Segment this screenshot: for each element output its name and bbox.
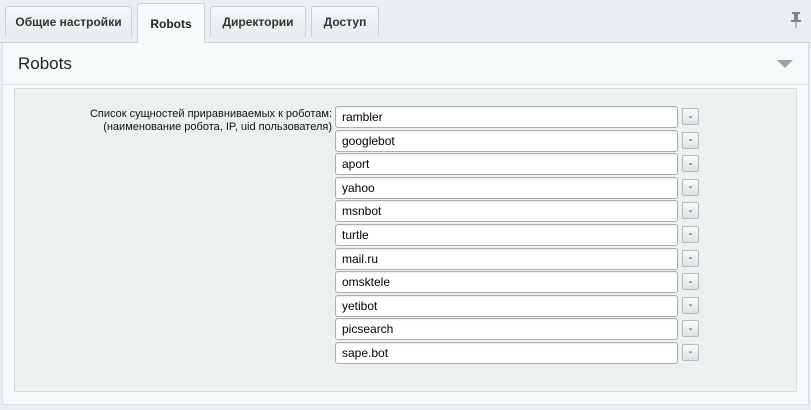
remove-robot-button[interactable]: - [682,320,699,338]
tab-bar: Общие настройки Robots Директории Доступ [0,0,811,43]
tab-general-settings[interactable]: Общие настройки [5,6,132,37]
tab-directories[interactable]: Директории [210,6,306,37]
robot-name-input[interactable] [335,200,678,223]
robot-name-input[interactable] [335,223,678,246]
pin-icon[interactable] [791,12,801,28]
robot-name-input[interactable] [335,153,678,176]
remove-robot-button[interactable]: - [682,178,699,196]
robot-name-input[interactable] [335,176,678,199]
tab-access[interactable]: Доступ [311,6,379,37]
tab-robots[interactable]: Robots [137,3,205,43]
remove-robot-button[interactable]: - [682,108,699,125]
robot-name-input[interactable] [335,129,678,152]
robots-field-label-line2: (наименование робота, IP, uid пользовате… [103,121,332,133]
remove-robot-button[interactable]: - [682,249,699,267]
remove-robot-button[interactable]: - [682,155,699,173]
collapse-arrow-icon[interactable] [777,60,793,68]
robot-name-input[interactable] [335,247,678,270]
remove-robot-button[interactable]: - [682,225,699,243]
remove-robot-button[interactable]: - [682,131,699,149]
remove-robot-button[interactable]: - [682,296,699,314]
remove-robot-button[interactable]: - [682,202,699,220]
robot-name-input[interactable] [335,294,678,317]
robots-field-label: Список сущностей приравниваемых к робота… [32,108,332,134]
remove-robot-button[interactable]: - [682,273,699,291]
settings-section: Список сущностей приравниваемых к робота… [14,88,797,392]
remove-robot-button[interactable]: - [682,343,699,361]
robot-name-input[interactable] [335,271,678,294]
panel-header: Robots [3,43,808,85]
robots-panel: Robots Список сущностей приравниваемых к… [2,43,809,405]
robots-field-label-line1: Список сущностей приравниваемых к робота… [89,108,332,120]
robot-name-input[interactable] [335,341,678,364]
robot-name-input[interactable] [335,318,678,341]
robot-name-input[interactable] [335,106,678,128]
panel-title: Robots [18,54,72,73]
